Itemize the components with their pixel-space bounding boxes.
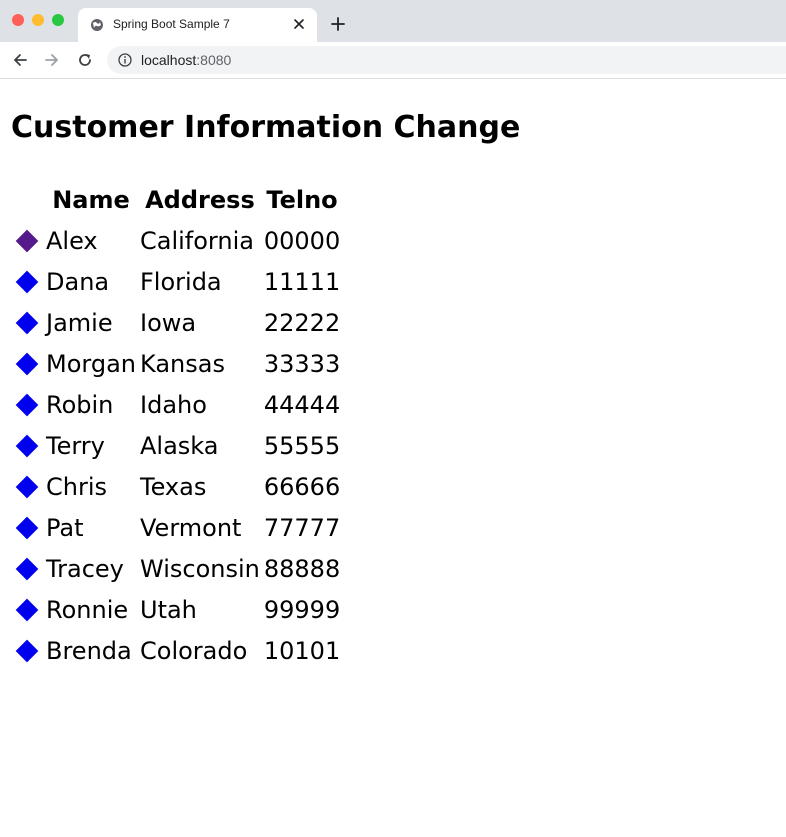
customer-address: Florida (140, 267, 222, 296)
customer-telno: 33333 (263, 349, 341, 378)
diamond-icon[interactable] (15, 393, 39, 416)
row-select-cell (11, 467, 43, 506)
diamond-icon[interactable] (15, 434, 39, 457)
column-header-address: Address (145, 185, 255, 214)
table-header-row: Name Address Telno (11, 180, 341, 219)
diamond-icon[interactable] (15, 311, 39, 334)
url-text: localhost:8080 (141, 52, 231, 68)
table-row: Robin Idaho 44444 (11, 385, 341, 424)
customer-address: Colorado (140, 636, 248, 665)
table-row: Dana Florida 11111 (11, 262, 341, 301)
row-select-cell (11, 549, 43, 588)
customer-address: Idaho (140, 390, 207, 419)
table-row: Terry Alaska 55555 (11, 426, 341, 465)
info-icon[interactable] (118, 53, 132, 67)
minimize-window-button[interactable] (32, 14, 44, 26)
row-select-cell (11, 221, 43, 260)
close-window-button[interactable] (12, 14, 24, 26)
customer-name: Robin (46, 390, 114, 419)
column-header-select (11, 180, 43, 219)
tab-strip: Spring Boot Sample 7 (0, 0, 786, 42)
diamond-icon[interactable] (15, 475, 39, 498)
customer-address: Iowa (140, 308, 197, 337)
customer-name: Chris (46, 472, 108, 501)
diamond-icon[interactable] (15, 516, 39, 539)
customer-telno: 88888 (263, 554, 341, 583)
customer-telno: 00000 (263, 226, 341, 255)
customer-telno: 66666 (263, 472, 341, 501)
customer-address: Vermont (140, 513, 242, 542)
customer-telno: 22222 (263, 308, 341, 337)
browser-tab[interactable]: Spring Boot Sample 7 (78, 8, 317, 42)
row-select-cell (11, 385, 43, 424)
back-arrow-icon[interactable] (12, 52, 28, 68)
browser-toolbar: localhost:8080 (0, 42, 786, 79)
row-select-cell (11, 262, 43, 301)
customer-address: California (140, 226, 254, 255)
table-row: Chris Texas 66666 (11, 467, 341, 506)
table-row: Ronnie Utah 99999 (11, 590, 341, 629)
row-select-cell (11, 303, 43, 342)
column-header-name: Name (52, 185, 130, 214)
customer-name: Pat (46, 513, 84, 542)
row-select-cell (11, 508, 43, 547)
customer-name: Ronnie (46, 595, 129, 624)
forward-arrow-icon[interactable] (44, 52, 60, 68)
customer-table: Name Address Telno Alex California 00000 Da… (9, 178, 343, 672)
diamond-icon[interactable] (15, 270, 39, 293)
column-header-telno: Telno (266, 185, 338, 214)
customer-telno: 10101 (263, 636, 341, 665)
customer-name: Alex (46, 226, 98, 255)
customer-name: Morgan (46, 349, 136, 378)
diamond-icon[interactable] (15, 557, 39, 580)
url-host: localhost (141, 52, 197, 68)
customer-name: Tracey (46, 554, 124, 583)
reload-icon[interactable] (77, 52, 93, 68)
table-row: Morgan Kansas 33333 (11, 344, 341, 383)
diamond-icon[interactable] (15, 639, 39, 662)
table-row: Pat Vermont 77777 (11, 508, 341, 547)
customer-address: Texas (140, 472, 207, 501)
customer-address: Wisconsin (140, 554, 260, 583)
customer-name: Terry (46, 431, 105, 460)
table-row: Jamie Iowa 22222 (11, 303, 341, 342)
url-port: :8080 (196, 52, 232, 68)
table-row: Alex California 00000 (11, 221, 341, 260)
customer-telno: 55555 (263, 431, 341, 460)
diamond-icon[interactable] (15, 229, 39, 252)
page-title: Customer Information Change (11, 110, 521, 145)
row-select-cell (11, 344, 43, 383)
customer-address: Utah (140, 595, 197, 624)
table-row: Tracey Wisconsin 88888 (11, 549, 341, 588)
customer-name: Dana (46, 267, 110, 296)
zoom-window-button[interactable] (52, 14, 64, 26)
tab-title: Spring Boot Sample 7 (113, 17, 230, 31)
new-tab-icon[interactable] (330, 16, 346, 32)
close-tab-icon[interactable] (291, 16, 307, 32)
diamond-icon[interactable] (15, 598, 39, 621)
customer-telno: 77777 (263, 513, 341, 542)
customer-name: Brenda (46, 636, 132, 665)
row-select-cell (11, 631, 43, 670)
customer-address: Kansas (140, 349, 225, 378)
globe-icon (91, 19, 103, 31)
customer-name: Jamie (46, 308, 113, 337)
customer-telno: 44444 (263, 390, 341, 419)
diamond-icon[interactable] (15, 352, 39, 375)
customer-telno: 11111 (263, 267, 341, 296)
row-select-cell (11, 590, 43, 629)
address-bar[interactable]: localhost:8080 (107, 46, 786, 74)
table-row: Brenda Colorado 10101 (11, 631, 341, 670)
customer-telno: 99999 (263, 595, 341, 624)
customer-address: Alaska (140, 431, 219, 460)
row-select-cell (11, 426, 43, 465)
